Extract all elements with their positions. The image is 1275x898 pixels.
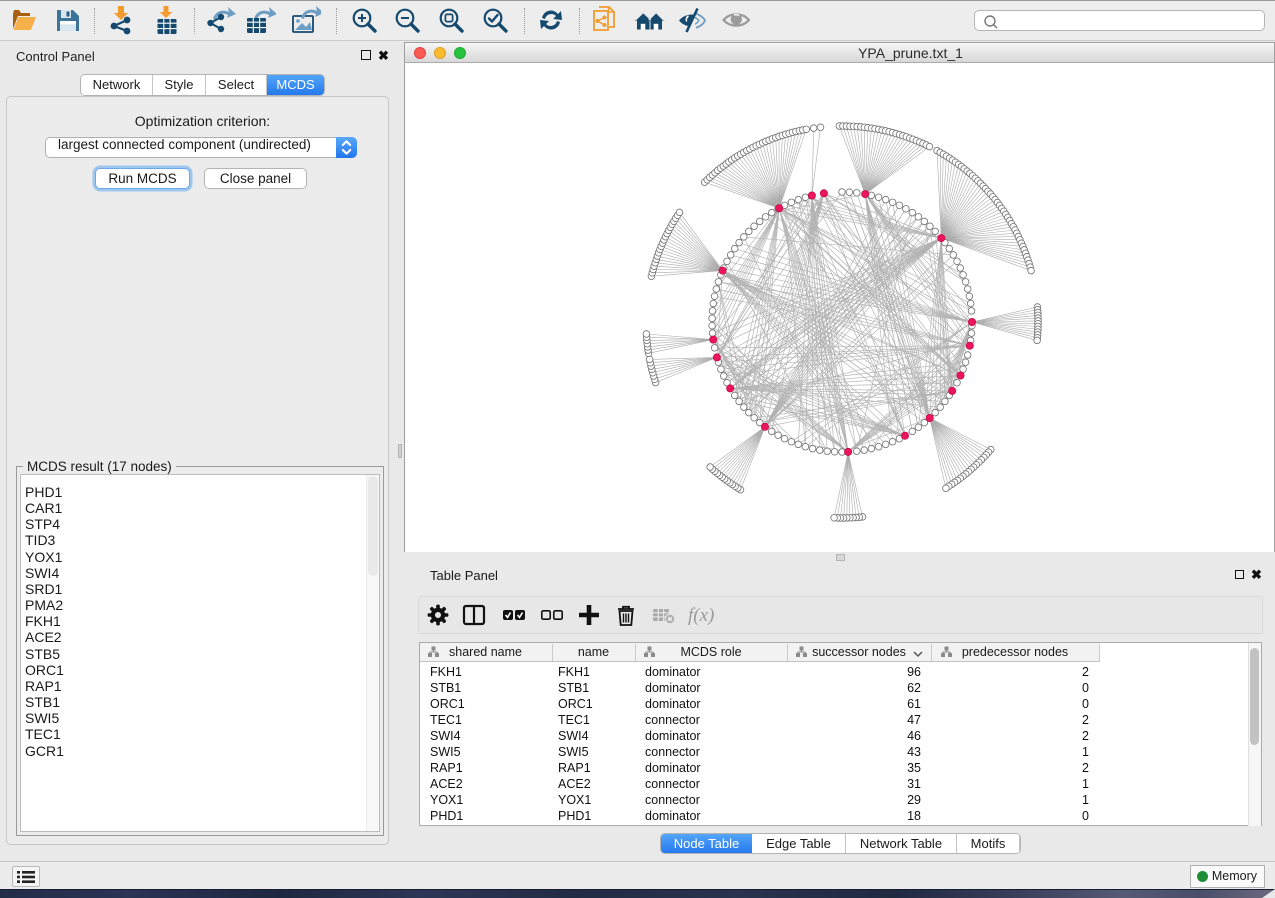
svg-text:f(x): f(x) (688, 605, 714, 626)
